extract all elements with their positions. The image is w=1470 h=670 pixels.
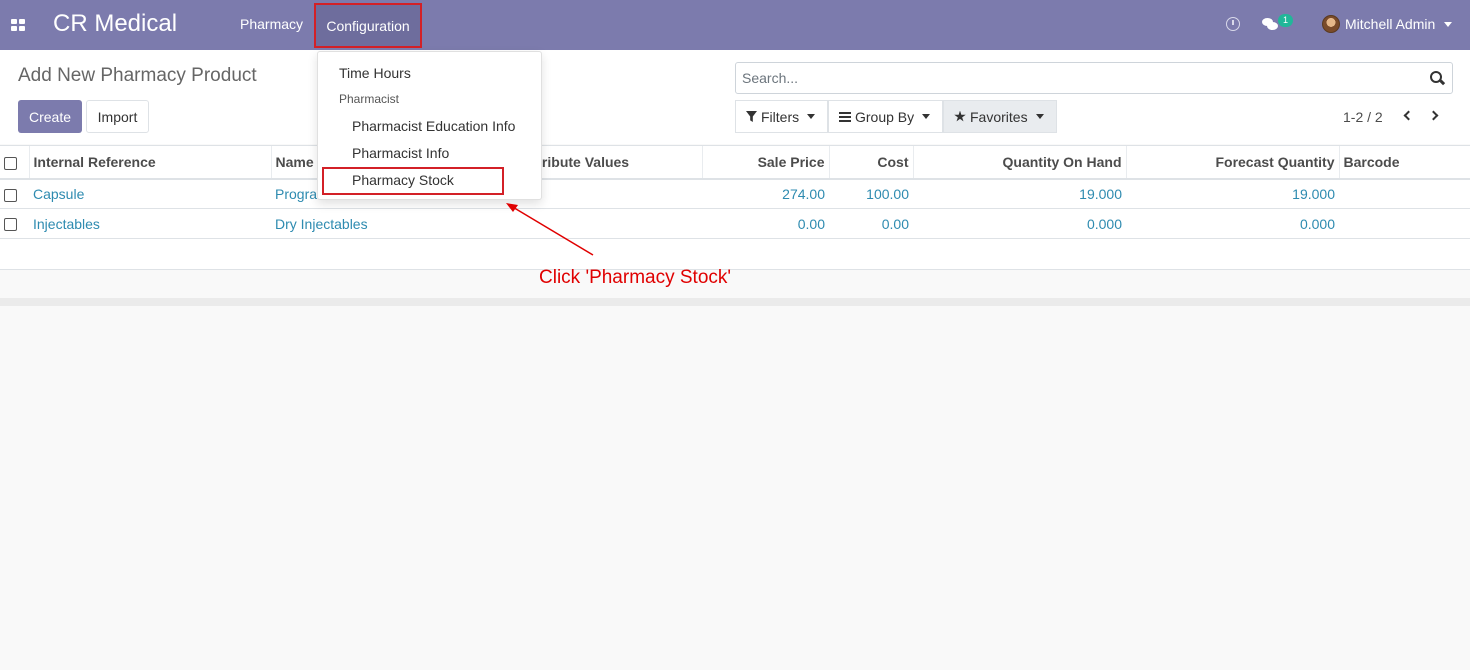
annotation-arrow — [506, 203, 594, 256]
annotation-text: Click 'Pharmacy Stock' — [539, 267, 732, 288]
